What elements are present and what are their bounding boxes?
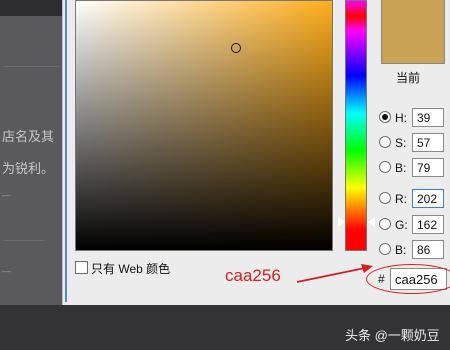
hue-slider-right-arrow[interactable] [368,217,375,227]
annotation-text: caa256 [225,266,281,285]
saturation-brightness-field[interactable] [75,0,333,251]
blue-input[interactable]: 86 [412,240,444,259]
radio-saturation[interactable] [379,136,391,148]
background-document: 店名及其 为锐利。 — — [0,0,68,305]
background-toolbar [0,0,68,16]
radio-red[interactable] [379,192,391,204]
field-label-hue: H: [395,111,407,125]
field-label-saturation: S: [395,136,407,150]
watermark-text: 头条 @一颗奶豆 [345,328,440,343]
field-label-blue: B: [395,243,407,257]
background-text-line: — [2,190,11,200]
radio-green[interactable] [379,218,391,230]
saturation-input[interactable]: 57 [412,133,444,152]
field-label-green: G: [395,218,408,232]
current-color-label: 当前 [396,71,421,85]
red-input[interactable]: 202 [412,189,444,208]
field-label-red: R: [395,192,407,206]
hue-input[interactable]: 39 [412,108,444,127]
radio-hue[interactable] [379,111,391,123]
dialog-focus-outline [65,0,67,302]
background-text-line: 店名及其 [2,129,55,144]
background-divider [4,66,59,67]
new-color-swatch [381,0,445,64]
brightness-input[interactable]: 79 [412,158,444,177]
background-text-line: 为锐利。 [2,161,55,176]
annotation-arrow-icon [296,264,373,283]
background-divider [4,240,44,241]
green-input[interactable]: 162 [412,215,444,234]
hue-slider[interactable] [345,0,367,251]
web-colors-label: 只有 Web 颜色 [91,262,171,276]
field-label-brightness: B: [395,161,407,175]
web-colors-checkbox[interactable] [75,261,88,274]
radio-blue[interactable] [379,243,391,255]
radio-brightness[interactable] [379,161,391,173]
background-text-line: — [2,266,11,276]
color-field-cursor[interactable] [231,43,241,53]
annotation-ellipse [366,264,450,294]
hue-slider-left-arrow[interactable] [338,217,345,227]
